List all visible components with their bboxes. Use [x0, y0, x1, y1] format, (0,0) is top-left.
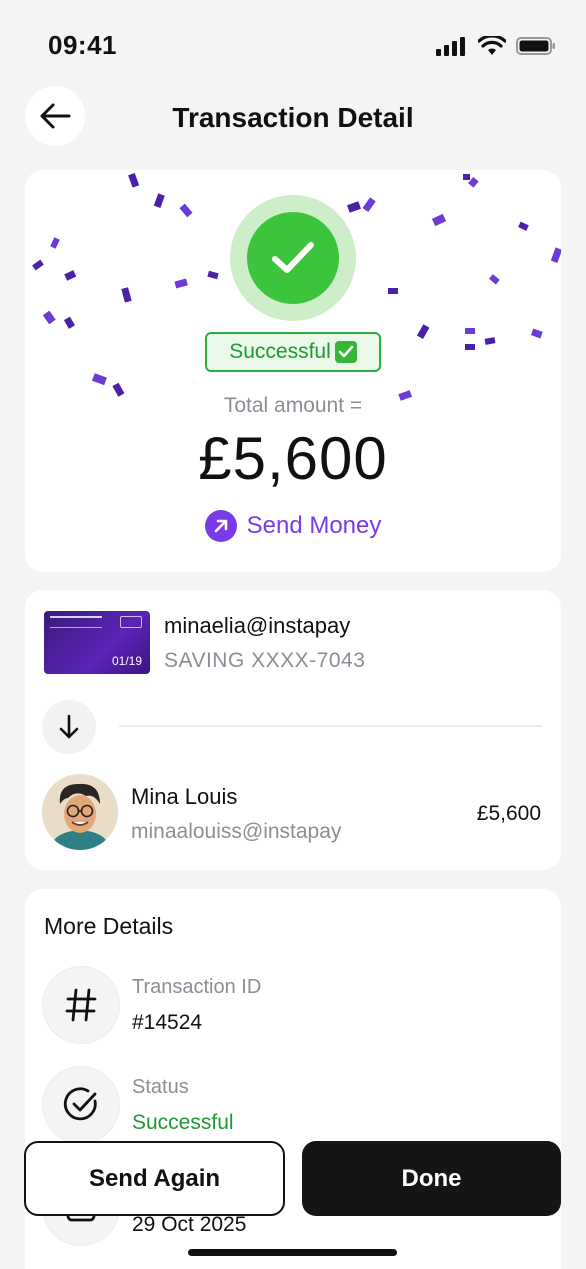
transaction-type: Send Money [25, 510, 561, 542]
done-button[interactable]: Done [302, 1141, 561, 1216]
check-box-emoji-icon [334, 341, 357, 363]
detail-row-transaction-id: Transaction ID #14524 [42, 966, 542, 1046]
check-circle-icon [42, 1066, 120, 1144]
card-expiry: 01/19 [111, 654, 142, 668]
detail-row-status: Status Successful [42, 1066, 542, 1146]
success-indicator [230, 195, 356, 321]
battery-icon [516, 37, 555, 55]
detail-value: Successful [132, 1111, 234, 1134]
sender-address: minaelia@instapay [164, 613, 351, 638]
recipient-name: Mina Louis [131, 784, 238, 809]
arrow-down-icon [59, 714, 79, 739]
bank-card-image: 01/19 [44, 611, 150, 674]
divider [119, 725, 542, 727]
signal-icon [436, 37, 465, 56]
sender-account: SAVING XXXX-7043 [164, 649, 366, 672]
transaction-summary-card: Successful Total amount = £5,600 Send Mo… [25, 170, 561, 572]
total-amount-value: £5,600 [198, 425, 388, 492]
transfer-parties-card: 01/19 minaelia@instapay SAVING XXXX-7043… [25, 590, 561, 870]
avatar [42, 774, 118, 850]
detail-label: Transaction ID [132, 976, 262, 998]
detail-label: Status [132, 1076, 189, 1098]
arrow-up-right-icon [204, 510, 237, 542]
page-title: Transaction Detail [172, 102, 414, 133]
section-title: More Details [44, 913, 174, 939]
detail-value: #14524 [132, 1011, 203, 1034]
bank-logo [50, 616, 102, 628]
detail-value: 29 Oct 2025 [132, 1213, 247, 1236]
transaction-type-label: Send Money [246, 512, 382, 539]
status-badge: Successful [205, 332, 381, 372]
header: Transaction Detail [0, 84, 586, 154]
total-amount-label: Total amount = [223, 394, 363, 417]
status-badge-label: Successful [229, 340, 331, 363]
transfer-direction [42, 700, 96, 754]
hash-icon [42, 966, 120, 1044]
status-icons [436, 36, 556, 56]
home-indicator [188, 1249, 397, 1256]
recipient-address: minaalouiss@instapay [131, 820, 342, 843]
recipient-amount: £5,600 [476, 802, 541, 825]
checkmark-icon [272, 242, 314, 273]
meeza-logo [120, 616, 142, 628]
send-again-button[interactable]: Send Again [24, 1141, 285, 1216]
wifi-icon [478, 36, 506, 55]
status-bar: 09:41 [0, 0, 586, 90]
status-time: 09:41 [48, 30, 117, 60]
